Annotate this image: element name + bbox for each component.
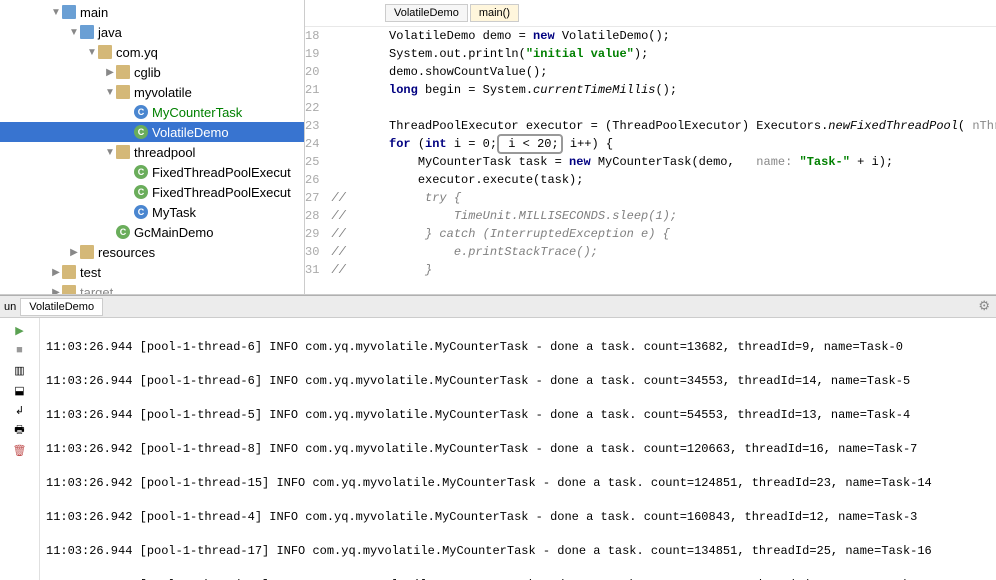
log-line: 11:03:26.942 [pool-1-thread-4] INFO com.… bbox=[46, 509, 990, 526]
rerun-icon[interactable]: ▶ bbox=[12, 322, 28, 338]
log-line: 11:03:26.942 [pool-1-thread-15] INFO com… bbox=[46, 475, 990, 492]
print-icon[interactable]: 🖶 bbox=[12, 422, 28, 438]
chevron-down-icon: ▼ bbox=[50, 7, 62, 18]
chevron-right-icon: ▶ bbox=[68, 247, 80, 258]
tree-fixtp2[interactable]: CFixedThreadPoolExecut bbox=[0, 182, 304, 202]
console-output[interactable]: 11:03:26.944 [pool-1-thread-6] INFO com.… bbox=[40, 318, 996, 580]
code-body[interactable]: VolatileDemo demo = new VolatileDemo(); … bbox=[327, 27, 996, 279]
line-gutter: 1819202122232425262728293031 bbox=[305, 27, 327, 279]
tree-mytask[interactable]: CMyTask bbox=[0, 202, 304, 222]
tree-myvolatile[interactable]: ▼myvolatile bbox=[0, 82, 304, 102]
breadcrumb: VolatileDemo main() bbox=[305, 0, 996, 27]
class-run-icon: C bbox=[134, 125, 148, 139]
log-line: 11:03:26.944 [pool-1-thread-5] INFO com.… bbox=[46, 407, 990, 424]
stop-icon[interactable]: ■ bbox=[12, 342, 28, 358]
class-icon: C bbox=[134, 205, 148, 219]
wrap-icon[interactable]: ↲ bbox=[12, 402, 28, 418]
chevron-down-icon: ▼ bbox=[104, 87, 116, 98]
tree-volatiledemo[interactable]: CVolatileDemo bbox=[0, 122, 304, 142]
tree-resources[interactable]: ▶resources bbox=[0, 242, 304, 262]
tree-test[interactable]: ▶test bbox=[0, 262, 304, 282]
tree-gcmaindemo[interactable]: CGcMainDemo bbox=[0, 222, 304, 242]
tree-comyq[interactable]: ▼com.yq bbox=[0, 42, 304, 62]
run-tab[interactable]: VolatileDemo bbox=[20, 298, 103, 316]
project-tree[interactable]: ▼main ▼java ▼com.yq ▶cglib ▼myvolatile C… bbox=[0, 0, 305, 294]
class-icon: C bbox=[134, 105, 148, 119]
chevron-down-icon: ▼ bbox=[68, 27, 80, 38]
crumb-class[interactable]: VolatileDemo bbox=[385, 4, 468, 22]
tree-main[interactable]: ▼main bbox=[0, 2, 304, 22]
tree-cglib[interactable]: ▶cglib bbox=[0, 62, 304, 82]
trash-icon[interactable]: 🗑 bbox=[12, 442, 28, 458]
log-line: 11:03:26.944 [pool-1-thread-17] INFO com… bbox=[46, 543, 990, 560]
chevron-down-icon: ▼ bbox=[86, 47, 98, 58]
tree-java[interactable]: ▼java bbox=[0, 22, 304, 42]
chevron-right-icon: ▶ bbox=[50, 287, 62, 295]
chevron-right-icon: ▶ bbox=[104, 67, 116, 78]
class-run-icon: C bbox=[134, 165, 148, 179]
tree-target[interactable]: ▶target bbox=[0, 282, 304, 294]
run-panel: un VolatileDemo ▶ ■ ▥ ⬓ ↲ 🖶 🗑 11:03:26.9… bbox=[0, 295, 996, 580]
class-run-icon: C bbox=[134, 185, 148, 199]
tree-fixtp1[interactable]: CFixedThreadPoolExecut bbox=[0, 162, 304, 182]
tree-mycountertask[interactable]: CMyCounterTask bbox=[0, 102, 304, 122]
editor[interactable]: VolatileDemo main() 18192021222324252627… bbox=[305, 0, 996, 294]
crumb-method[interactable]: main() bbox=[470, 4, 519, 22]
tree-threadpool[interactable]: ▼threadpool bbox=[0, 142, 304, 162]
gear-icon[interactable]: ⚙ bbox=[978, 298, 990, 314]
chevron-down-icon: ▼ bbox=[104, 147, 116, 158]
filter-icon[interactable]: ⬓ bbox=[12, 382, 28, 398]
run-label: un bbox=[4, 301, 16, 313]
layout-icon[interactable]: ▥ bbox=[12, 362, 28, 378]
highlighted-condition: i < 20; bbox=[497, 134, 563, 154]
chevron-right-icon: ▶ bbox=[50, 267, 62, 278]
log-line: 11:03:26.944 [pool-1-thread-6] INFO com.… bbox=[46, 373, 990, 390]
log-line: 11:03:26.944 [pool-1-thread-6] INFO com.… bbox=[46, 339, 990, 356]
class-run-icon: C bbox=[116, 225, 130, 239]
log-line: 11:03:26.942 [pool-1-thread-8] INFO com.… bbox=[46, 441, 990, 458]
run-toolbar: ▶ ■ ▥ ⬓ ↲ 🖶 🗑 bbox=[0, 318, 40, 580]
